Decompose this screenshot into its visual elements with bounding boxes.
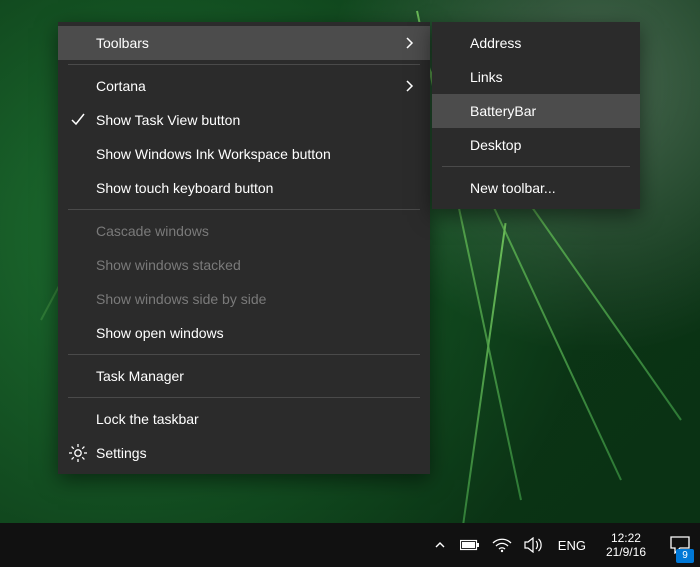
gear-icon xyxy=(68,443,88,463)
menu-separator xyxy=(68,354,420,355)
menu-item-label: Address xyxy=(470,35,521,51)
battery-icon[interactable] xyxy=(460,535,480,555)
taskbar: ENG 12:22 21/9/16 9 xyxy=(0,523,700,567)
menu-separator xyxy=(68,397,420,398)
menu-item-label: Task Manager xyxy=(96,368,184,384)
language-indicator[interactable]: ENG xyxy=(556,538,588,553)
submenu-item-desktop[interactable]: Desktop xyxy=(432,128,640,162)
submenu-item-new-toolbar[interactable]: New toolbar... xyxy=(432,171,640,205)
menu-item-show-task-view[interactable]: Show Task View button xyxy=(58,103,430,137)
menu-item-label: Show Windows Ink Workspace button xyxy=(96,146,331,162)
system-tray: ENG 12:22 21/9/16 9 xyxy=(432,523,696,567)
menu-item-cascade-windows: Cascade windows xyxy=(58,214,430,248)
menu-item-task-manager[interactable]: Task Manager xyxy=(58,359,430,393)
checkmark-icon xyxy=(68,103,88,137)
menu-item-label: Cascade windows xyxy=(96,223,209,239)
menu-item-toolbars[interactable]: Toolbars xyxy=(58,26,430,60)
menu-item-label: Show windows stacked xyxy=(96,257,241,273)
menu-separator xyxy=(68,209,420,210)
menu-item-touch-keyboard[interactable]: Show touch keyboard button xyxy=(58,171,430,205)
tray-overflow-button[interactable] xyxy=(432,537,448,553)
clock-date[interactable]: 12:22 21/9/16 xyxy=(600,531,652,559)
action-center-button[interactable]: 9 xyxy=(664,523,696,567)
taskbar-context-menu: Toolbars Cortana Show Task View button S… xyxy=(58,22,430,474)
clock-date-label: 21/9/16 xyxy=(606,545,646,559)
submenu-item-links[interactable]: Links xyxy=(432,60,640,94)
menu-item-lock-taskbar[interactable]: Lock the taskbar xyxy=(58,402,430,436)
menu-separator xyxy=(68,64,420,65)
menu-item-label: Show touch keyboard button xyxy=(96,180,273,196)
notification-badge: 9 xyxy=(676,549,694,563)
menu-item-ink-workspace[interactable]: Show Windows Ink Workspace button xyxy=(58,137,430,171)
toolbars-submenu: Address Links BatteryBar Desktop New too… xyxy=(432,22,640,209)
wifi-icon[interactable] xyxy=(492,535,512,555)
menu-item-settings[interactable]: Settings xyxy=(58,436,430,470)
fern-decoration xyxy=(460,223,507,540)
menu-item-label: Lock the taskbar xyxy=(96,411,199,427)
menu-separator xyxy=(442,166,630,167)
menu-item-label: Cortana xyxy=(96,78,146,94)
submenu-item-batterybar[interactable]: BatteryBar xyxy=(432,94,640,128)
menu-item-label: New toolbar... xyxy=(470,180,556,196)
clock-time-label: 12:22 xyxy=(606,531,646,545)
menu-item-label: Show Task View button xyxy=(96,112,240,128)
menu-item-label: Links xyxy=(470,69,503,85)
submenu-arrow-icon xyxy=(406,26,418,60)
menu-item-side-by-side: Show windows side by side xyxy=(58,282,430,316)
menu-item-open-windows[interactable]: Show open windows xyxy=(58,316,430,350)
menu-item-label: Desktop xyxy=(470,137,521,153)
submenu-arrow-icon xyxy=(406,69,418,103)
menu-item-label: Toolbars xyxy=(96,35,149,51)
menu-item-cortana[interactable]: Cortana xyxy=(58,69,430,103)
menu-item-label: Show open windows xyxy=(96,325,224,341)
menu-item-label: Settings xyxy=(96,445,147,461)
volume-icon[interactable] xyxy=(524,535,544,555)
menu-item-label: Show windows side by side xyxy=(96,291,266,307)
menu-item-label: BatteryBar xyxy=(470,103,536,119)
language-label: ENG xyxy=(558,538,586,553)
submenu-item-address[interactable]: Address xyxy=(432,26,640,60)
menu-item-stacked-windows: Show windows stacked xyxy=(58,248,430,282)
